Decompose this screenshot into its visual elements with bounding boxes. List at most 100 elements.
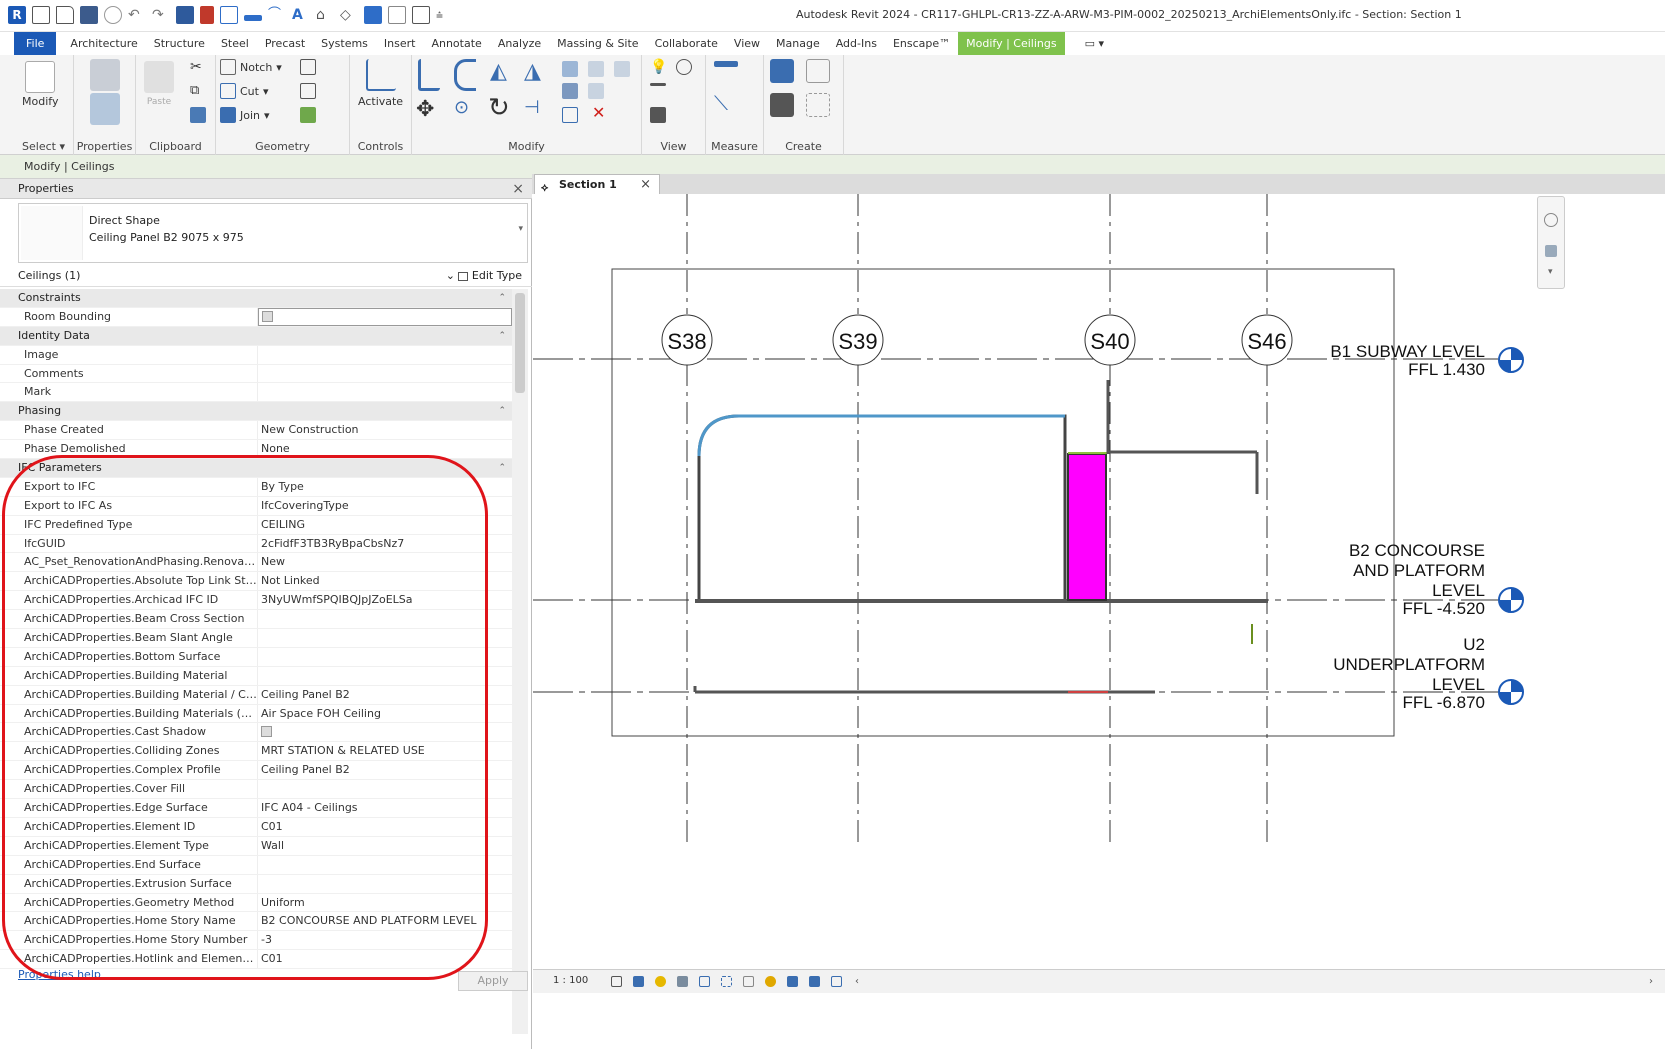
unlock-3d-icon[interactable] [743,976,754,987]
tab-insert[interactable]: Insert [376,32,424,55]
measure-distance-icon[interactable] [714,61,738,67]
select-dropdown[interactable]: Select ▾ [14,140,73,153]
property-value[interactable]: None [258,440,512,458]
property-value[interactable]: New Construction [258,421,512,439]
level-head-b2[interactable]: B2 CONCOURSE AND PLATFORM LEVEL FFL -4.5… [1349,541,1524,618]
grid-head-s46[interactable]: S46 [1241,314,1293,366]
move-icon[interactable]: ✥ [416,97,434,122]
delete-icon[interactable]: ✕ [592,103,605,122]
edit-type-button[interactable]: ⌄ Edit Type [446,265,522,287]
scroll-left-icon[interactable]: ‹ [855,976,866,987]
switch-windows-icon[interactable] [412,6,430,24]
property-value[interactable] [258,780,512,798]
grid-head-s38[interactable]: S38 [661,314,713,366]
property-value[interactable]: C01 [258,950,512,968]
property-value[interactable]: Wall [258,837,512,855]
property-value[interactable]: Uniform [258,894,512,912]
rotate-icon[interactable]: ↻ [488,93,510,123]
cut-icon[interactable]: ✂ [190,59,202,75]
sync-icon[interactable] [104,6,122,24]
property-value[interactable]: New [258,553,512,571]
dimension-tool-icon[interactable]: ⟍ [714,91,728,115]
scroll-right-icon[interactable]: › [1649,976,1660,987]
level-head-u2[interactable]: U2 UNDERPLATFORM LEVEL FFL -6.870 [1333,635,1524,712]
tab-precast[interactable]: Precast [257,32,313,55]
chevron-down-icon[interactable]: ▾ [518,224,523,234]
scale-icon[interactable] [562,107,578,123]
highlighted-wall-element[interactable] [1067,453,1107,601]
property-value[interactable] [258,365,512,383]
nav-chevron-down-icon[interactable]: ▾ [1548,267,1553,277]
revit-logo[interactable]: R [8,6,26,24]
view-scale[interactable]: 1 : 100 [553,975,588,986]
create-similar-icon[interactable] [806,93,830,117]
unpin-icon[interactable] [588,83,604,99]
folder-icon[interactable] [56,6,74,24]
wall-joins-icon[interactable] [300,59,316,75]
paint-icon[interactable] [300,107,316,123]
match-type-icon[interactable] [190,107,206,123]
property-value[interactable] [258,648,512,666]
level-head-b1[interactable]: B1 SUBWAY LEVEL FFL 1.430 [1330,342,1524,379]
navigation-bar[interactable]: ▾ [1537,196,1565,289]
tab-manage[interactable]: Manage [768,32,828,55]
activate-button[interactable]: Activate [358,59,403,108]
collapse-chevron-icon[interactable]: ⌃ [498,459,506,477]
instance-filter[interactable]: Ceilings (1) ⌄ Edit Type [0,265,532,287]
save-icon[interactable] [80,6,98,24]
property-value[interactable] [258,875,512,893]
property-value[interactable]: B2 CONCOURSE AND PLATFORM LEVEL [258,912,512,930]
property-value[interactable] [258,307,512,326]
property-value[interactable]: Ceiling Panel B2 [258,686,512,704]
properties-scrollbar[interactable] [512,289,528,1034]
property-value[interactable] [258,383,512,401]
property-value[interactable]: Not Linked [258,572,512,590]
tab-steel[interactable]: Steel [213,32,257,55]
section-icon[interactable]: ◇ [340,6,358,24]
split-face-icon[interactable] [300,83,316,99]
tab-section-1[interactable]: ⟡ Section 1 × [534,174,660,194]
ceiling-panel-outline[interactable] [697,414,1067,602]
hide-icon[interactable]: 💡 [650,59,667,75]
property-value[interactable]: IFC A04 - Ceilings [258,799,512,817]
steering-wheel-icon[interactable] [1544,213,1558,227]
property-group-header[interactable]: Identity Data ⌃ [0,326,512,346]
property-value[interactable]: 3NyUWmfSPQIBQJpJZoELSa [258,591,512,609]
override-icon[interactable] [676,59,692,75]
grid-head-s40[interactable]: S40 [1084,314,1136,366]
view-visibility-icon[interactable] [650,107,666,123]
join-button[interactable]: Join ▾ [220,107,270,123]
property-value[interactable] [258,723,512,741]
scrollbar-thumb[interactable] [515,293,525,393]
create-assembly-icon[interactable] [770,59,794,83]
mirror-axis-icon[interactable]: ◭ [490,59,507,84]
paste-button[interactable]: Paste [144,61,174,107]
stretch-icon[interactable] [614,61,630,77]
property-value[interactable]: 2cFidfF3TB3RyBpaCbsNz7 [258,535,512,553]
section-view-canvas[interactable]: S38 S39 S40 S46 B1 SUBWAY LEVEL FFL 1.43… [533,194,1665,969]
property-value[interactable]: Ceiling Panel B2 [258,761,512,779]
properties-icon[interactable] [90,93,120,125]
split-icon[interactable] [562,61,578,77]
zoom-icon[interactable] [1545,245,1557,257]
notch-button[interactable]: Notch ▾ [220,59,282,75]
property-value[interactable]: By Type [258,478,512,496]
property-value[interactable] [258,346,512,364]
tab-architecture[interactable]: Architecture [62,32,145,55]
type-properties-icon[interactable] [90,59,120,91]
property-value[interactable]: -3 [258,931,512,949]
property-value[interactable]: C01 [258,818,512,836]
tab-view[interactable]: View [726,32,768,55]
tab-enscape[interactable]: Enscape™ [885,32,958,55]
visual-style-icon[interactable] [633,976,644,987]
modify-button[interactable]: Modify [22,61,58,108]
shadows-icon[interactable] [677,976,688,987]
collapse-chevron-icon[interactable]: ⌃ [498,327,506,345]
checkbox[interactable] [261,725,272,737]
open-icon[interactable] [32,6,50,24]
selected-ceiling-edge[interactable] [697,414,1065,457]
create-parts-icon[interactable] [806,59,830,83]
grid-head-s39[interactable]: S39 [832,314,884,366]
property-value[interactable] [258,629,512,647]
sun-path-icon[interactable] [655,976,666,987]
